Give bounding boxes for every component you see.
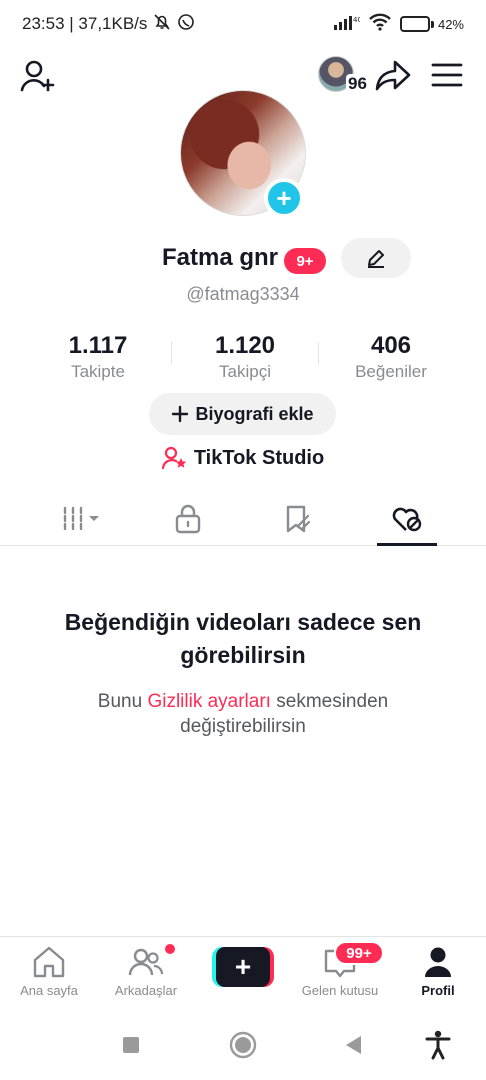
profile-visitors[interactable]: 96: [318, 56, 369, 94]
plus-icon: +: [216, 947, 270, 987]
stats-row: 1.117 Takipte 1.120 Takipçi 406 Beğenile…: [0, 332, 486, 384]
stat-likes[interactable]: 406 Beğeniler: [321, 332, 461, 382]
battery-percent: 42%: [437, 16, 464, 32]
display-name: Fatma gnr: [162, 244, 279, 271]
recents-button[interactable]: [116, 1030, 146, 1060]
whatsapp-icon: [177, 13, 195, 36]
stat-divider: [318, 342, 319, 364]
nav-profile-label: Profil: [421, 983, 455, 998]
nav-friends-label: Arkadaşlar: [114, 983, 178, 998]
home-icon: [33, 946, 65, 978]
battery-tip: [430, 20, 434, 28]
stat-divider: [171, 342, 172, 364]
nav-friends[interactable]: Arkadaşlar: [101, 945, 191, 1005]
stat-label: Beğeniler: [355, 362, 427, 381]
accessibility-icon: [425, 1030, 451, 1060]
tab-videos[interactable]: [42, 492, 122, 546]
recents-icon: [123, 1037, 139, 1053]
add-friend-icon[interactable]: [18, 56, 58, 96]
back-icon: [346, 1036, 361, 1054]
tab-private[interactable]: [148, 492, 228, 546]
svg-text:4G: 4G: [353, 16, 360, 24]
bottom-nav: Ana sayfa Arkadaşlar + Gelen kutusu 99+ …: [0, 936, 486, 1010]
pencil-icon: [368, 250, 384, 268]
nav-inbox-label: Gelen kutusu: [301, 983, 379, 998]
username: @fatmag3334: [186, 284, 300, 304]
empty-state-title: Beğendiğin videoları sadece sen görebili…: [64, 609, 422, 668]
friends-notification-dot: [165, 944, 175, 954]
nav-home-label: Ana sayfa: [20, 983, 78, 998]
stat-followers[interactable]: 1.120 Takipçi: [175, 332, 315, 382]
add-bio-button[interactable]: Biyografi ekle: [149, 393, 336, 435]
saved-icon: [286, 505, 311, 533]
studio-icon: [161, 446, 187, 470]
wifi-icon: [368, 13, 392, 36]
accessibility-button[interactable]: [423, 1030, 453, 1060]
edit-profile-button[interactable]: [341, 238, 411, 278]
tiktok-studio-link[interactable]: TikTok Studio: [0, 446, 486, 470]
battery-icon: 42%: [399, 16, 464, 32]
plus-icon: [172, 405, 189, 423]
system-nav: [0, 1016, 486, 1074]
liked-icon: [392, 507, 422, 532]
back-button[interactable]: [338, 1030, 368, 1060]
status-left: 23:53 | 37,1KB/s: [22, 13, 195, 36]
privacy-settings-link[interactable]: Gizlilik ayarları: [147, 691, 271, 712]
empty-desc-before: Bunu: [97, 691, 148, 712]
name-row: Fatma gnr 9+: [0, 238, 486, 280]
stat-label: Takipte: [71, 362, 125, 381]
active-tab-indicator: [377, 543, 437, 546]
status-time: 23:53 | 37,1KB/s: [22, 14, 148, 33]
stat-value: 1.120: [214, 332, 276, 359]
battery-body: [399, 16, 430, 32]
notification-badge[interactable]: 9+: [284, 248, 326, 274]
lock-icon: [175, 504, 201, 534]
mute-icon: [153, 13, 171, 36]
stat-value: 1.117: [68, 332, 128, 359]
empty-state-description: Bunu Gizlilik ayarları sekmesinden değiş…: [60, 689, 426, 739]
tab-saved[interactable]: [258, 492, 338, 546]
stat-value: 406: [370, 332, 412, 359]
home-system-button[interactable]: [228, 1030, 258, 1060]
nav-profile[interactable]: Profil: [393, 945, 483, 1005]
status-bar: 23:53 | 37,1KB/s 4G 42%: [0, 0, 486, 48]
signal-icon: 4G: [333, 14, 363, 35]
friends-icon: [128, 948, 164, 976]
stat-label: Takipçi: [219, 362, 271, 381]
home-circle-icon: [229, 1031, 257, 1059]
create-button[interactable]: +: [212, 947, 274, 987]
content-tabs: [0, 492, 486, 546]
status-right: 4G 42%: [333, 13, 464, 36]
add-bio-label: Biyografi ekle: [195, 403, 314, 424]
inbox-badge: 99+: [334, 941, 384, 965]
profile-icon: [425, 947, 451, 977]
profile-avatar[interactable]: +: [180, 90, 306, 218]
stat-following[interactable]: 1.117 Takipte: [28, 332, 168, 382]
videos-grid-icon: [63, 506, 99, 531]
share-icon[interactable]: [374, 58, 412, 94]
studio-label: TikTok Studio: [193, 446, 325, 469]
nav-home[interactable]: Ana sayfa: [4, 945, 94, 1005]
add-photo-icon[interactable]: +: [264, 178, 304, 218]
tab-liked[interactable]: [368, 492, 448, 546]
visitor-count: 96: [346, 74, 369, 94]
menu-icon[interactable]: [430, 60, 464, 90]
